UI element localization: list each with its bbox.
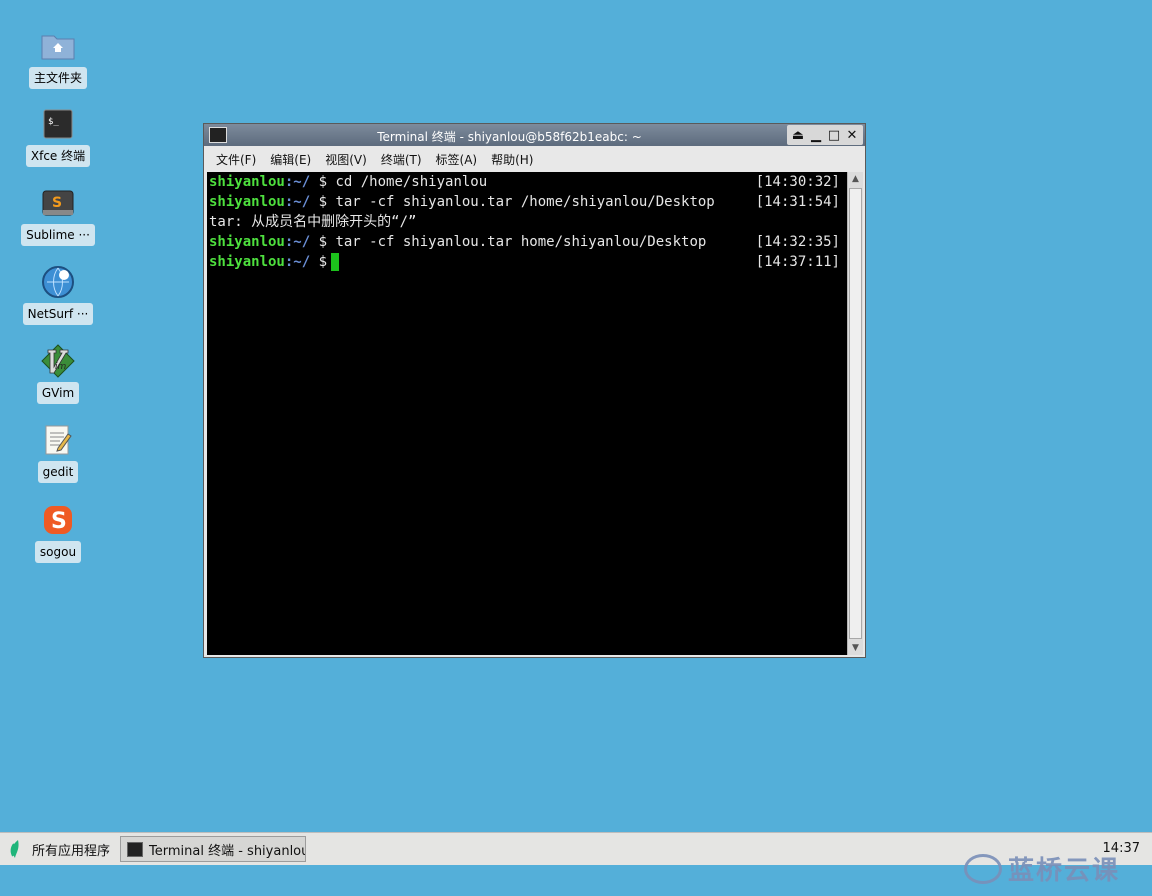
netsurf-icon [40, 264, 76, 300]
applications-menu-label: 所有应用程序 [32, 843, 111, 859]
svg-text:S: S [51, 509, 67, 534]
lanqiao-logo-icon [964, 853, 1002, 884]
menu-terminal[interactable]: 终端(T) [381, 151, 422, 168]
sogou-icon: S [40, 502, 76, 538]
terminal-cursor [331, 253, 340, 271]
terminal-line: shiyanlou:~/ $ tar -cf shiyanlou.tar hom… [207, 232, 850, 252]
app-menu-logo-icon [10, 840, 19, 858]
menu-file[interactable]: 文件(F) [216, 151, 256, 168]
terminal-output[interactable]: shiyanlou:~/ $ cd /home/shiyanlou [14:30:… [207, 172, 850, 655]
desktop-icon-label: Xfce 终端 [25, 145, 91, 167]
command-text: $ tar -cf shiyanlou.tar home/shiyanlou/D… [310, 234, 707, 250]
gedit-icon [40, 422, 76, 458]
terminal-line: shiyanlou:~/ $ [14:37:11] [207, 252, 850, 272]
minimize-button[interactable]: ▁ [808, 127, 824, 143]
timestamp: [14:32:35] [755, 234, 840, 250]
menu-view[interactable]: 视图(V) [325, 151, 367, 168]
terminal-icon [209, 127, 227, 143]
command-text: $ [310, 254, 328, 270]
watermark-logo: 蓝桥云课 [964, 850, 1120, 887]
desktop-icon-label: gedit [37, 461, 79, 483]
home-folder-icon [40, 28, 76, 64]
svg-text:$_: $_ [48, 117, 59, 127]
svg-text:im: im [55, 362, 67, 372]
timestamp: [14:37:11] [755, 254, 840, 270]
menu-edit[interactable]: 编辑(E) [270, 151, 311, 168]
prompt-path: :~/ [284, 254, 311, 270]
desktop-icon-label: NetSurf ··· [22, 303, 94, 325]
prompt-path: :~/ [284, 234, 311, 250]
prompt-user: shiyanlou [209, 174, 285, 190]
gvim-icon: im [40, 343, 76, 379]
prompt-path: :~/ [284, 194, 311, 210]
terminal-line: tar: 从成员名中删除开头的“/” [207, 212, 850, 232]
command-text: $ cd /home/shiyanlou [310, 174, 488, 190]
terminal-line: shiyanlou:~/ $ cd /home/shiyanlou [14:30:… [207, 172, 850, 192]
timestamp: [14:31:54] [755, 194, 840, 210]
terminal-line: shiyanlou:~/ $ tar -cf shiyanlou.tar /ho… [207, 192, 850, 212]
menu-help[interactable]: 帮助(H) [491, 151, 533, 168]
taskbar-item-label: Terminal 终端 - shiyanlou@··· [149, 843, 305, 859]
desktop-icon-terminal[interactable]: $_ Xfce 终端 [8, 106, 108, 167]
menubar: 文件(F) 编辑(E) 视图(V) 终端(T) 标签(A) 帮助(H) [204, 148, 865, 170]
svg-text:S: S [52, 195, 62, 211]
prompt-user: shiyanlou [209, 254, 285, 270]
timestamp: [14:30:32] [755, 174, 840, 190]
applications-menu-button[interactable]: 所有应用程序 [0, 834, 120, 864]
shade-icon[interactable]: ⏏ [790, 127, 806, 143]
command-text: $ tar -cf shiyanlou.tar /home/shiyanlou/… [310, 194, 715, 210]
menu-tabs[interactable]: 标签(A) [436, 151, 478, 168]
desktop-icon-gedit[interactable]: gedit [8, 422, 108, 483]
desktop-icon-label: 主文件夹 [28, 67, 87, 89]
terminal-icon [127, 841, 144, 857]
window-controls: ⏏ ▁ □ ✕ [787, 125, 863, 145]
desktop-icon-label: GVim [36, 382, 80, 404]
scroll-down-icon[interactable]: ▼ [848, 641, 863, 655]
desktop-icon-label: Sublime ··· [21, 224, 95, 246]
watermark-text: 蓝桥云课 [1008, 856, 1121, 886]
terminal-window[interactable]: Terminal 终端 - shiyanlou@b58f62b1eabc: ~ … [203, 123, 866, 658]
desktop-icon-gvim[interactable]: im GVim [8, 343, 108, 404]
desktop-icon-label: sogou [34, 541, 82, 563]
prompt-user: shiyanlou [209, 234, 285, 250]
desktop-icon-sogou[interactable]: S sogou [8, 502, 108, 563]
terminal-icon: $_ [40, 106, 76, 142]
terminal-scrollbar[interactable]: ▲ ▼ [847, 172, 863, 655]
window-titlebar[interactable]: Terminal 终端 - shiyanlou@b58f62b1eabc: ~ … [204, 124, 865, 146]
desktop-icon-sublime[interactable]: S Sublime ··· [8, 185, 108, 246]
close-button[interactable]: ✕ [844, 127, 860, 143]
desktop-icon-home[interactable]: 主文件夹 [8, 28, 108, 89]
maximize-button[interactable]: □ [826, 127, 842, 143]
scroll-up-icon[interactable]: ▲ [848, 172, 863, 186]
scrollbar-thumb[interactable] [849, 188, 862, 639]
prompt-path: :~/ [284, 174, 311, 190]
prompt-user: shiyanlou [209, 194, 285, 210]
window-title: Terminal 终端 - shiyanlou@b58f62b1eabc: ~ [377, 130, 642, 144]
taskbar-item-terminal[interactable]: Terminal 终端 - shiyanlou@··· [120, 836, 307, 862]
desktop-icon-netsurf[interactable]: NetSurf ··· [8, 264, 108, 325]
sublime-icon: S [40, 185, 76, 221]
output-text: tar: 从成员名中删除开头的“/” [209, 214, 417, 230]
